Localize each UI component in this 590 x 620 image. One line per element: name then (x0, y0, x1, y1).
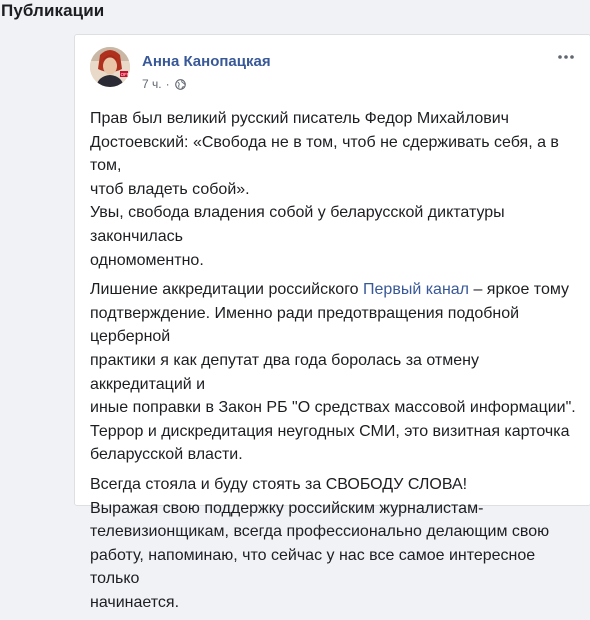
text-line: иные поправки в Закон РБ "О средствах ма… (90, 399, 576, 417)
svg-text:OFF: OFF (121, 72, 130, 77)
text-segment: Лишение аккредитации российского (90, 281, 364, 299)
post-paragraph-1: Прав был великий русский писатель Федор … (90, 107, 582, 272)
post-timestamp[interactable]: 7 ч. (142, 77, 162, 91)
text-line: Прав был великий русский писатель Федор … (90, 110, 510, 127)
text-line: Террор и дискредитация неугодных СМИ, эт… (90, 422, 570, 440)
text-line: практики я как депутат два года боролась… (90, 351, 479, 393)
text-line: подтверждение. Именно ради предотвращени… (90, 304, 520, 346)
text-line: одномоментно. (90, 251, 204, 269)
text-line: работу, напоминаю, что сейчас у нас все … (90, 546, 536, 588)
post-paragraph-3: Всегда стояла и буду стоять за СВОБОДУ С… (90, 473, 582, 615)
text-line: чтоб владеть собой». (90, 180, 250, 198)
text-line: Достоевский: «Свобода не в том, чтоб не … (90, 133, 559, 175)
more-horizontal-icon[interactable] (556, 50, 576, 64)
post-text: Прав был великий русский писатель Федор … (90, 107, 582, 620)
meta-separator: · (165, 77, 170, 91)
text-line: Выражая свою поддержку российским журнал… (90, 499, 484, 517)
section-title: Публикации (1, 1, 105, 20)
avatar-image: OFF (90, 47, 130, 87)
post-meta: 7 ч. · (142, 77, 186, 91)
text-segment: – яркое тому (469, 281, 570, 299)
text-line: Лишение аккредитации российского Первый … (90, 278, 582, 302)
text-line: телевизионщикам, всегда профессионально … (90, 523, 550, 541)
globe-icon[interactable] (174, 78, 186, 90)
channel-link[interactable]: Первый канал (363, 281, 469, 298)
post-paragraph-2: Лишение аккредитации российского Первый … (90, 278, 582, 467)
author-name-link[interactable]: Анна Канопацкая (142, 53, 271, 70)
text-line: начинается. (90, 593, 180, 611)
avatar[interactable]: OFF (90, 47, 130, 87)
text-line: Увы, свобода владения собой у беларусско… (90, 204, 505, 245)
text-line: Всегда стояла и буду стоять за СВОБОДУ С… (90, 475, 468, 493)
post-card: OFF Анна Канопацкая 7 ч. · Прав был вели… (74, 34, 590, 611)
text-line: беларусской власти. (90, 446, 243, 464)
